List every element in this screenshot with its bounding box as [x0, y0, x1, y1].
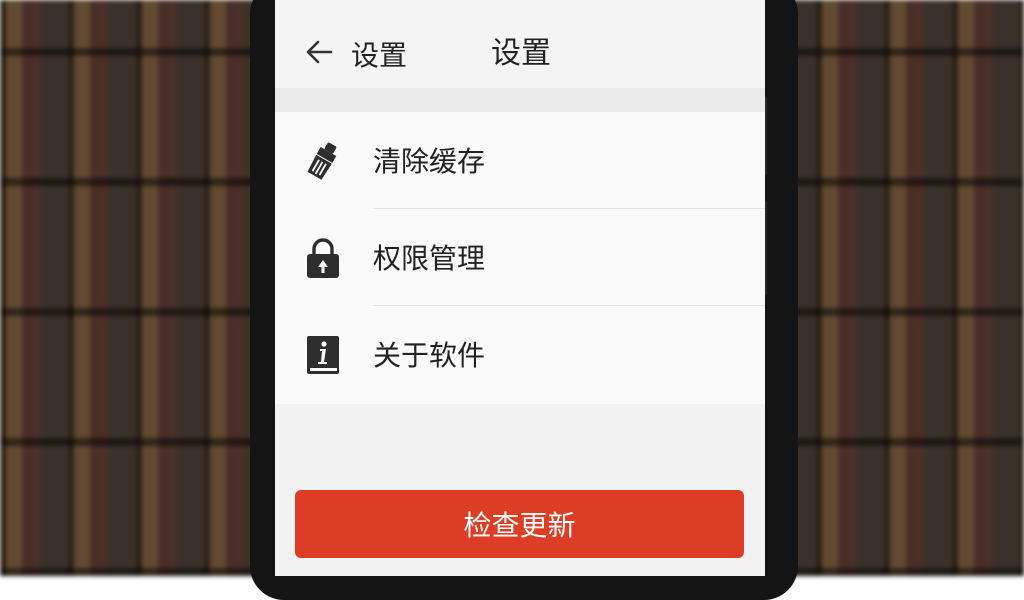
settings-item-permissions[interactable]: 权限管理 — [275, 209, 765, 305]
check-update-button[interactable]: 检查更新 — [295, 490, 744, 558]
phone-screen: 设置 设置 清除缓存 权限管理 关于软件 检查更新 — [275, 0, 765, 576]
lock-icon — [303, 237, 343, 279]
settings-item-label: 权限管理 — [373, 242, 486, 275]
brush-icon — [303, 140, 343, 182]
back-arrow-icon[interactable] — [305, 36, 333, 68]
section-gap — [275, 88, 765, 112]
top-nav-bar: 设置 设置 — [275, 0, 765, 88]
settings-item-label: 清除缓存 — [373, 145, 486, 178]
back-button-label[interactable]: 设置 — [351, 34, 407, 74]
settings-item-about[interactable]: 关于软件 — [275, 306, 765, 402]
settings-item-clear-cache[interactable]: 清除缓存 — [275, 112, 765, 208]
settings-item-label: 关于软件 — [373, 339, 486, 372]
info-book-icon — [303, 334, 343, 376]
settings-list: 清除缓存 权限管理 关于软件 — [275, 112, 765, 404]
page-title: 设置 — [491, 36, 551, 71]
